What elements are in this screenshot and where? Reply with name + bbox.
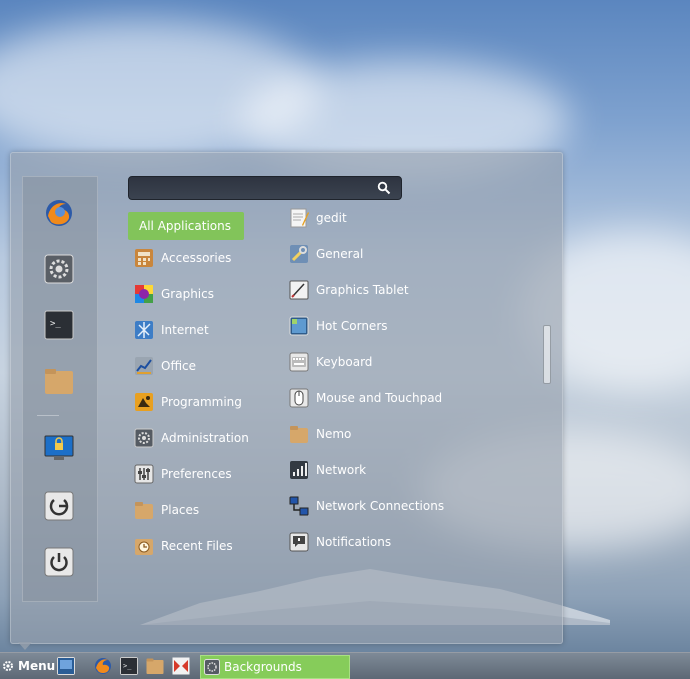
app-label: Graphics Tablet: [316, 283, 409, 297]
folder-icon: [290, 426, 308, 443]
accessories-icon: [135, 249, 153, 267]
hot-corners-icon: [289, 316, 309, 336]
app-graphics-tablet[interactable]: Graphics Tablet: [289, 277, 409, 303]
favorites-separator: [37, 415, 59, 416]
app-mouse-and-touchpad[interactable]: Mouse and Touchpad: [289, 385, 442, 411]
gedit-icon: [290, 208, 309, 228]
menu-button[interactable]: Menu: [2, 656, 55, 676]
app-label: Keyboard: [316, 355, 373, 369]
app-nemo[interactable]: Nemo: [289, 421, 351, 447]
app-label: Mouse and Touchpad: [316, 391, 443, 405]
administration-icon: [134, 428, 154, 448]
backgrounds-icon: [204, 659, 220, 675]
app-label: gedit: [316, 211, 347, 225]
folder-icon: [45, 369, 73, 394]
category-label: Places: [161, 503, 200, 517]
firefox-icon: [46, 200, 72, 226]
app-label: Network Connections: [316, 499, 445, 513]
category-label: Graphics: [161, 287, 214, 301]
lock-screen-button[interactable]: [43, 432, 75, 464]
app-label: Network: [316, 463, 367, 477]
category-administration[interactable]: Administration: [128, 424, 249, 452]
logout-icon: [44, 491, 74, 521]
applications-scrollbar[interactable]: [543, 325, 551, 384]
search-box[interactable]: [128, 176, 402, 200]
programming-icon: [135, 393, 153, 411]
app-gedit[interactable]: gedit: [289, 205, 347, 231]
favorite-files[interactable]: [43, 365, 75, 397]
gear-icon: [3, 661, 13, 671]
app-network[interactable]: Network: [289, 457, 366, 483]
logout-button[interactable]: [43, 490, 75, 522]
folder-icon: [135, 502, 153, 519]
menu-pointer: [18, 642, 32, 650]
taskbar: Menu >_ Backgrounds: [0, 652, 690, 679]
category-internet[interactable]: Internet: [128, 316, 244, 344]
category-label: Administration: [161, 431, 249, 445]
system-settings-icon: [44, 254, 74, 284]
app-keyboard[interactable]: Keyboard: [289, 349, 372, 375]
category-label: Preferences: [161, 467, 232, 481]
svg-text:>_: >_: [123, 662, 132, 670]
category-label: Internet: [161, 323, 209, 337]
general-icon: [290, 245, 308, 263]
category-graphics[interactable]: Graphics: [128, 280, 244, 308]
graphics-icon: [135, 285, 153, 303]
network-connections-icon: [289, 496, 309, 516]
category-label: Programming: [161, 395, 242, 409]
terminal-icon: >_: [44, 310, 74, 340]
category-office[interactable]: Office: [128, 352, 244, 380]
category-label: All Applications: [139, 219, 231, 233]
app-hot-corners[interactable]: Hot Corners: [289, 313, 388, 339]
recent-files-icon: [135, 539, 153, 555]
power-button[interactable]: [43, 546, 75, 578]
app-icon[interactable]: [172, 657, 190, 675]
category-places[interactable]: Places: [128, 496, 244, 524]
graphics-tablet-icon: [289, 280, 309, 300]
window-label: Backgrounds: [224, 660, 302, 674]
category-label: Accessories: [161, 251, 232, 265]
app-label: Nemo: [316, 427, 352, 441]
window-button-backgrounds[interactable]: Backgrounds: [200, 655, 350, 679]
show-desktop-icon[interactable]: [57, 657, 75, 675]
favorite-terminal[interactable]: >_: [43, 309, 75, 341]
app-label: Hot Corners: [316, 319, 388, 333]
category-label: Office: [161, 359, 197, 373]
category-label: Recent Files: [161, 539, 233, 553]
category-accessories[interactable]: Accessories: [128, 244, 244, 272]
application-menu: >_ All Applications Accessories Graphics…: [10, 152, 563, 644]
lock-screen-icon: [44, 435, 74, 460]
power-icon: [44, 547, 74, 577]
terminal-icon[interactable]: >_: [120, 657, 138, 675]
app-label: Notifications: [316, 535, 392, 549]
notifications-icon: [289, 532, 309, 552]
app-label: General: [316, 247, 364, 261]
search-icon: [377, 181, 391, 195]
mouse-icon: [289, 388, 309, 408]
internet-icon: [135, 321, 153, 339]
firefox-icon[interactable]: [94, 657, 112, 675]
category-programming[interactable]: Programming: [128, 388, 244, 416]
network-icon: [290, 461, 308, 479]
app-network-connections[interactable]: Network Connections: [289, 493, 444, 519]
preferences-icon: [134, 464, 154, 484]
svg-text:>_: >_: [50, 319, 61, 329]
menu-label: Menu: [18, 659, 56, 673]
category-recent-files[interactable]: Recent Files: [128, 532, 244, 560]
category-preferences[interactable]: Preferences: [128, 460, 244, 488]
app-notifications[interactable]: Notifications: [289, 529, 391, 555]
favorite-system-settings[interactable]: [43, 253, 75, 285]
app-general[interactable]: General: [289, 241, 363, 267]
favorite-firefox[interactable]: [43, 197, 75, 229]
folder-icon[interactable]: [146, 657, 164, 675]
keyboard-icon: [289, 352, 309, 372]
search-input[interactable]: [137, 179, 371, 199]
office-icon: [135, 357, 153, 375]
category-all-applications[interactable]: All Applications: [128, 212, 244, 240]
